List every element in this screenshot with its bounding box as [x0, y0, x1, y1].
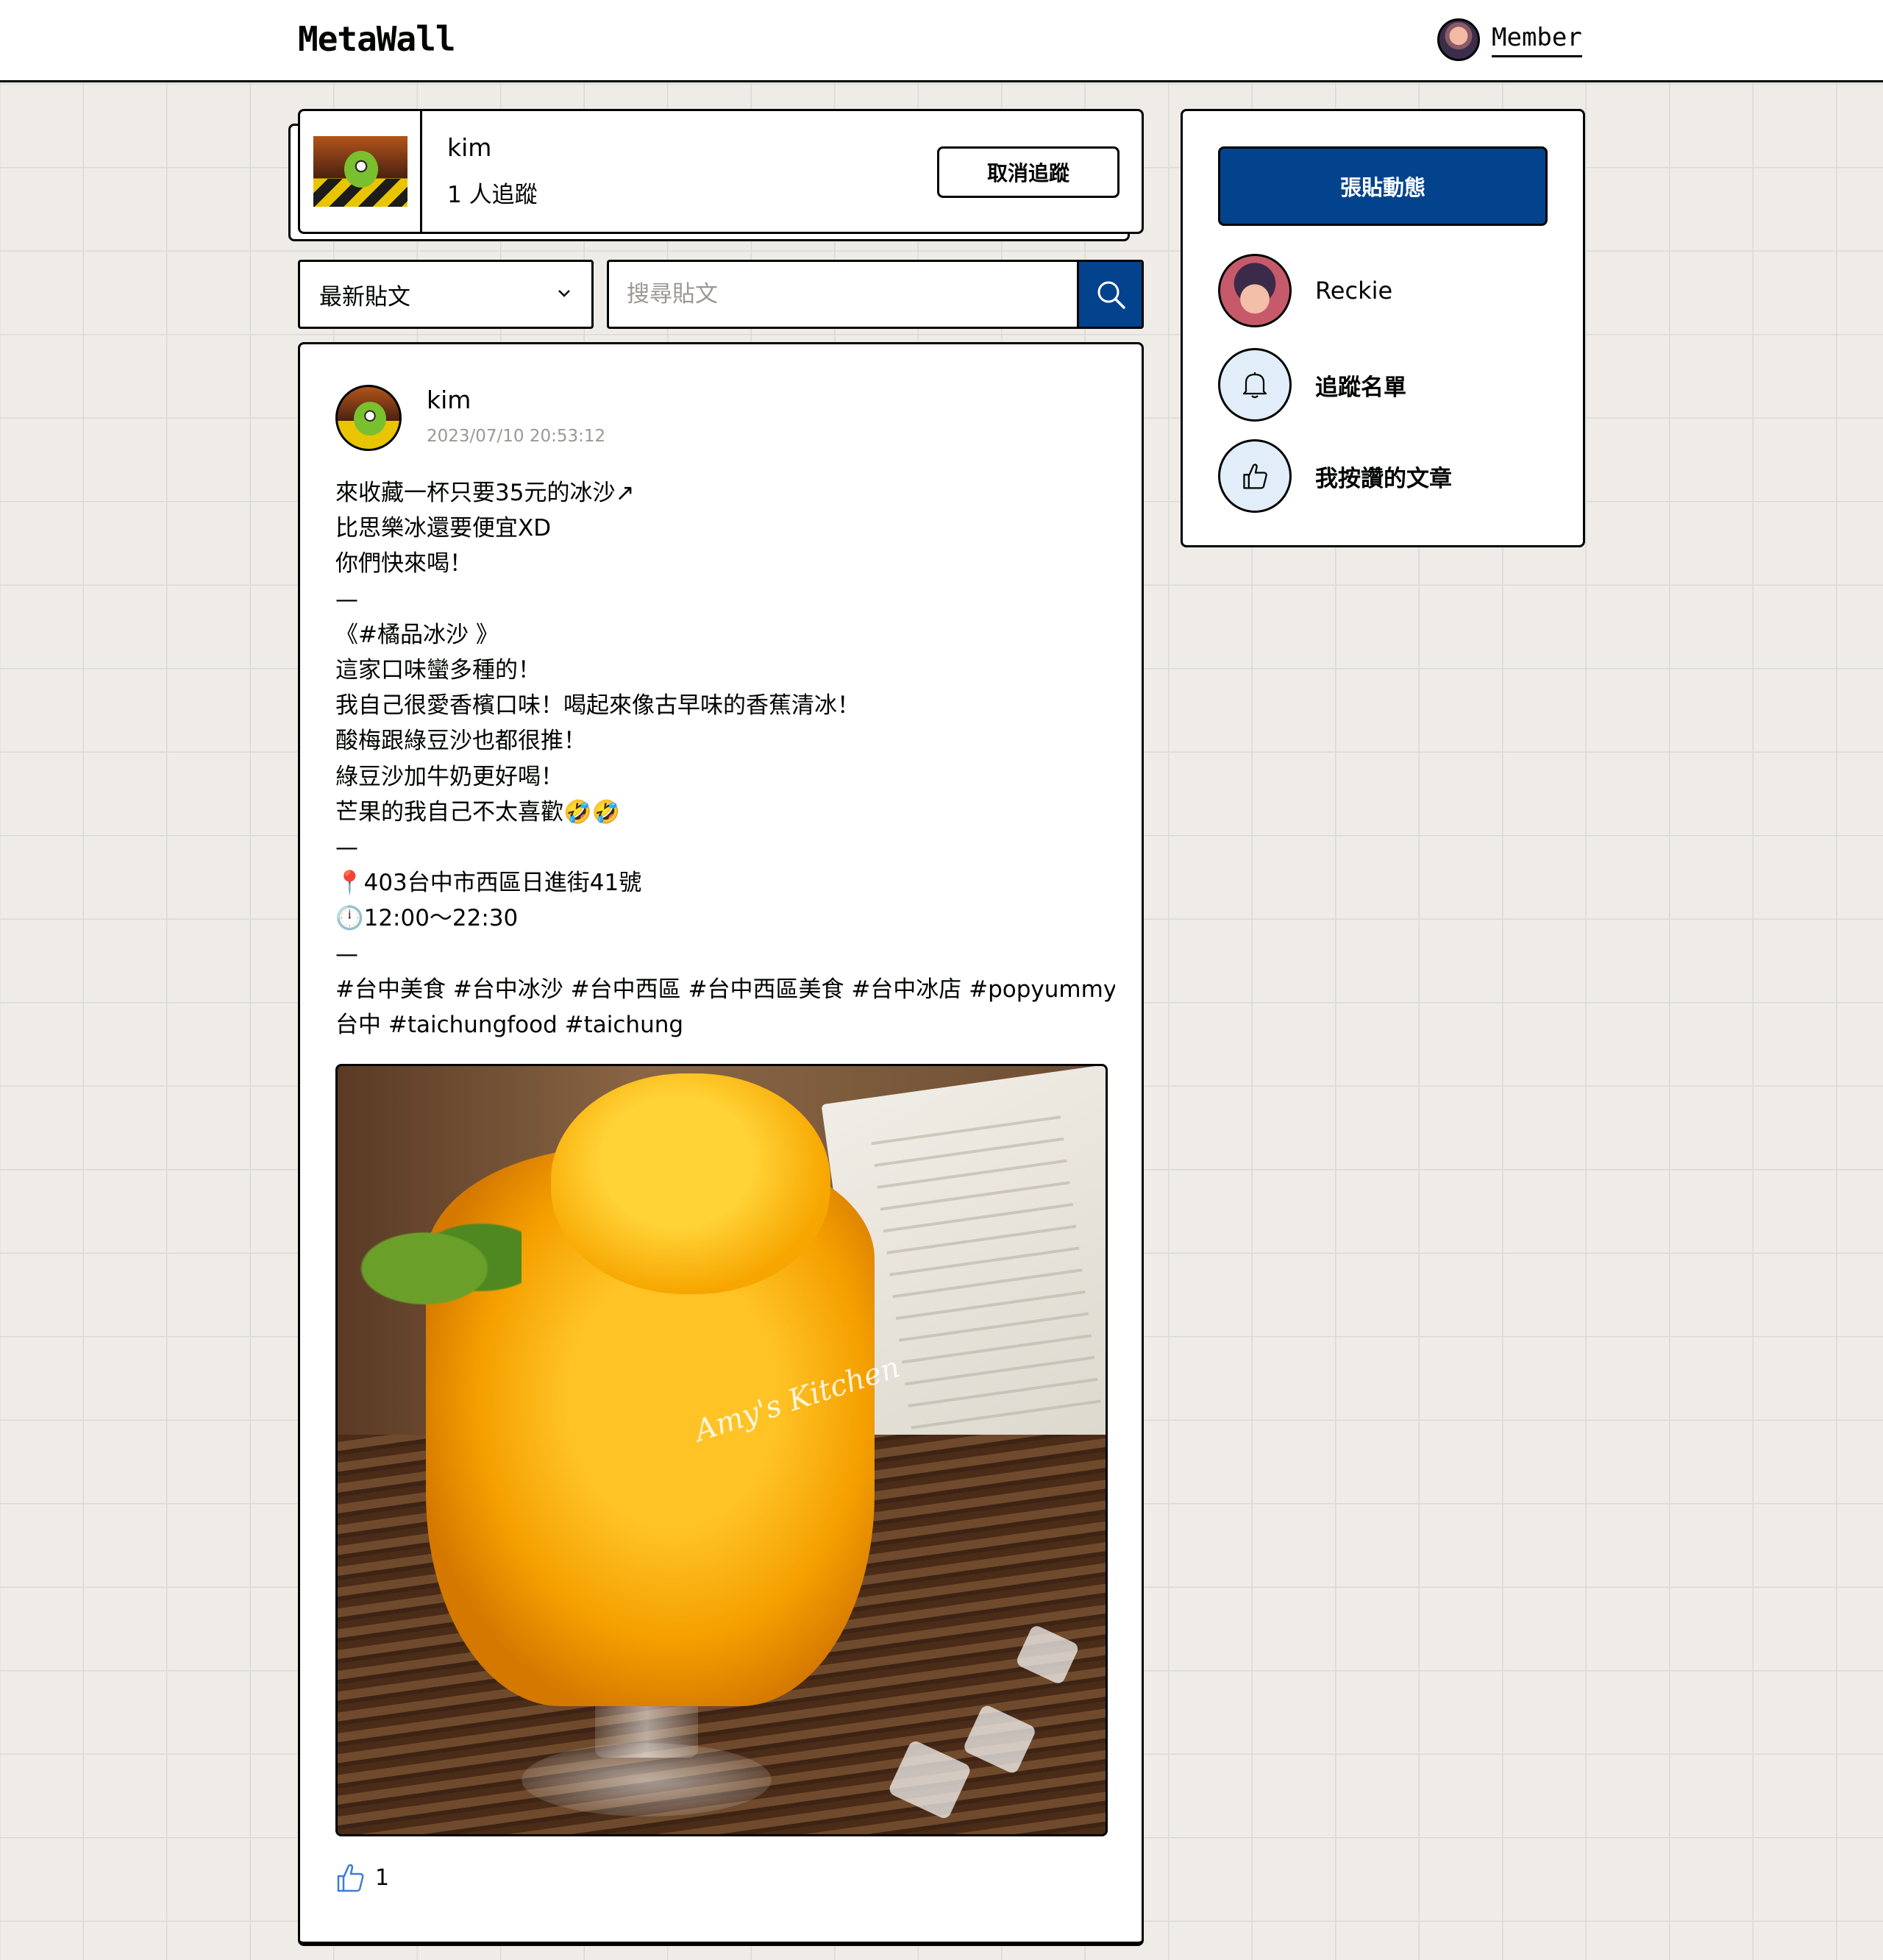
post-line: 綠豆沙加牛奶更好喝！ — [335, 763, 563, 790]
post-line: 來收藏一杯只要35元的冰沙↗ — [335, 480, 635, 506]
post-line: 這家口味蠻多種的！ — [335, 657, 541, 684]
post-line: 《#橘品冰沙 》 — [335, 621, 499, 648]
post-author-name[interactable]: kim — [427, 386, 471, 414]
post-line: 芒果的我自己不太喜歡🤣🤣 — [335, 798, 621, 825]
sidebar-follow-list-label: 追蹤名單 — [1315, 374, 1406, 401]
like-button[interactable]: 1 — [335, 1861, 389, 1894]
search-icon — [1097, 281, 1125, 309]
post-author-avatar[interactable] — [335, 385, 402, 451]
sort-select[interactable]: 最新貼文 — [298, 260, 594, 329]
thumbs-up-icon — [1243, 464, 1267, 489]
image-parsley-leaf — [360, 1213, 522, 1324]
thumbs-up-icon-circle — [1218, 439, 1292, 513]
sidebar-liked-posts-label: 我按讚的文章 — [1315, 465, 1452, 492]
thumbs-up-icon — [337, 1864, 364, 1892]
like-count: 1 — [375, 1864, 390, 1891]
post-line: 台中 #taichungfood #taichung — [335, 1012, 684, 1039]
chevron-down-icon — [558, 290, 570, 297]
sort-selected-value: 最新貼文 — [319, 283, 410, 310]
profile-image-frame — [300, 111, 422, 232]
sidebar-item-follow-list[interactable]: 追蹤名單 — [1218, 348, 1406, 422]
image-smoothie-top — [551, 1073, 830, 1294]
post-line: 酸梅跟綠豆沙也都很推！ — [335, 728, 586, 755]
post-image[interactable]: Amy's Kitchen — [335, 1064, 1108, 1836]
post-line: 我自己很愛香檳口味！喝起來像古早味的香蕉清冰！ — [335, 692, 860, 720]
post-line: 🕛12:00～22:30 — [335, 905, 519, 932]
post-line: 你們快來喝！ — [335, 550, 472, 578]
post-line: — — [335, 834, 358, 862]
unfollow-button[interactable]: 取消追蹤 — [937, 146, 1120, 198]
bell-icon-circle — [1218, 348, 1292, 422]
sidebar-card: 張貼動態 Reckie 追蹤名單 我按讚的文章 — [1181, 109, 1585, 547]
post-content: 來收藏一杯只要35元的冰沙↗ 比思樂冰還要便宜XD 你們快來喝！ — 《#橘品冰… — [335, 475, 1115, 1043]
user-avatar — [1218, 254, 1292, 327]
post-line: — — [335, 586, 358, 613]
post-card: kim 2023/07/10 20:53:12 來收藏一杯只要35元的冰沙↗ 比… — [298, 342, 1144, 1946]
member-menu[interactable]: Member — [1437, 18, 1582, 62]
post-line: 📍403台中市西區日進街41號 — [335, 870, 642, 897]
sidebar-item-liked-posts[interactable]: 我按讚的文章 — [1218, 439, 1452, 513]
profile-name: kim — [447, 133, 492, 162]
profile-avatar — [313, 136, 407, 207]
search-input[interactable] — [627, 281, 1079, 308]
member-avatar[interactable] — [1437, 18, 1480, 61]
member-link[interactable]: Member — [1492, 23, 1582, 57]
sidebar-user-name: Reckie — [1315, 277, 1393, 305]
search-field[interactable] — [607, 260, 1079, 329]
post-line: #台中美食 #台中冰沙 #台中西區 #台中西區美食 #台中冰店 #popyumm… — [335, 976, 1115, 1003]
post-line: 比思樂冰還要便宜XD — [335, 515, 552, 542]
top-navbar: MetaWall Member — [0, 0, 1883, 82]
create-post-button[interactable]: 張貼動態 — [1218, 146, 1548, 226]
post-timestamp: 2023/07/10 20:53:12 — [427, 427, 606, 446]
follower-count: 1 人追蹤 — [447, 182, 538, 208]
profile-card: kim 1 人追蹤 取消追蹤 — [298, 109, 1144, 234]
bell-icon — [1242, 372, 1267, 399]
post-line: — — [335, 940, 358, 967]
search-button[interactable] — [1077, 260, 1144, 329]
app-logo[interactable]: MetaWall — [298, 19, 456, 59]
sidebar-item-profile[interactable]: Reckie — [1218, 254, 1392, 327]
